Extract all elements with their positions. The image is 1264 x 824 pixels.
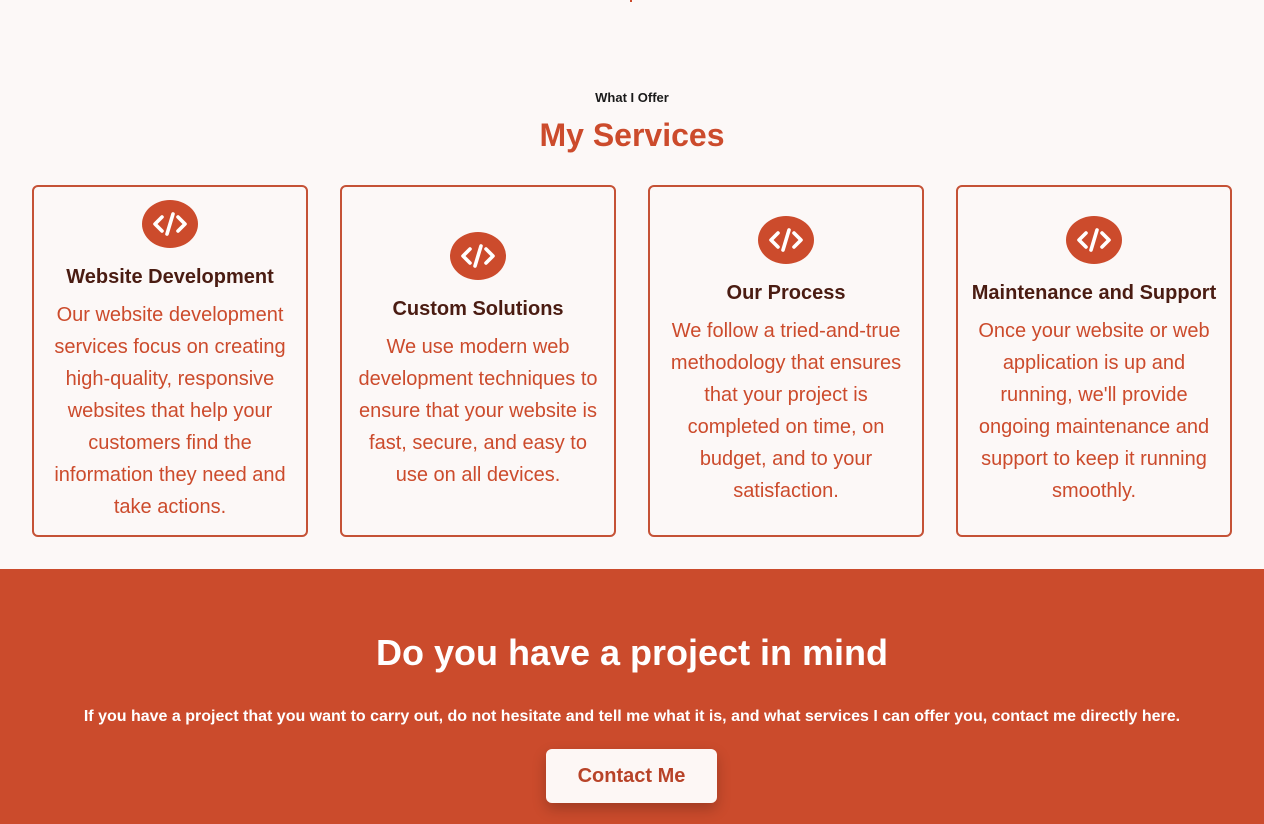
cta-title: Do you have a project in mind <box>375 632 889 673</box>
service-card-custom-solutions: Custom Solutions We use modern web devel… <box>340 185 616 537</box>
service-card-title: Custom Solutions <box>392 297 564 320</box>
service-card-description: We follow a tried-and-true methodology t… <box>670 319 902 502</box>
cta-description: If you have a project that you want to c… <box>83 708 1181 725</box>
section-eyebrow: What I Offer <box>595 90 669 105</box>
service-card-title: Website Development <box>66 265 274 288</box>
service-card-description: Once your website or web application is … <box>978 319 1210 502</box>
service-card-title: Our Process <box>726 281 846 304</box>
page: What I Offer My Services Website Develop… <box>0 0 1264 824</box>
code-icon <box>1066 215 1122 264</box>
service-cards: Website Development Our website developm… <box>32 185 1232 537</box>
contact-me-button[interactable]: Contact Me <box>546 749 717 803</box>
service-card-description: Our website development services focus o… <box>54 303 286 518</box>
services-section: What I Offer My Services Website Develop… <box>0 0 1264 569</box>
service-card-title: Maintenance and Support <box>971 281 1217 304</box>
code-icon <box>450 231 506 280</box>
service-card-website-development: Website Development Our website developm… <box>32 185 308 537</box>
service-card-description: We use modern web development techniques… <box>358 335 598 486</box>
service-card-maintenance-and-support: Maintenance and Support Once your websit… <box>956 185 1232 537</box>
service-card-our-process: Our Process We follow a tried-and-true m… <box>648 185 924 537</box>
code-icon <box>758 215 814 264</box>
top-edge-mark <box>630 0 632 2</box>
code-icon <box>142 199 198 248</box>
section-title: My Services <box>539 117 725 153</box>
